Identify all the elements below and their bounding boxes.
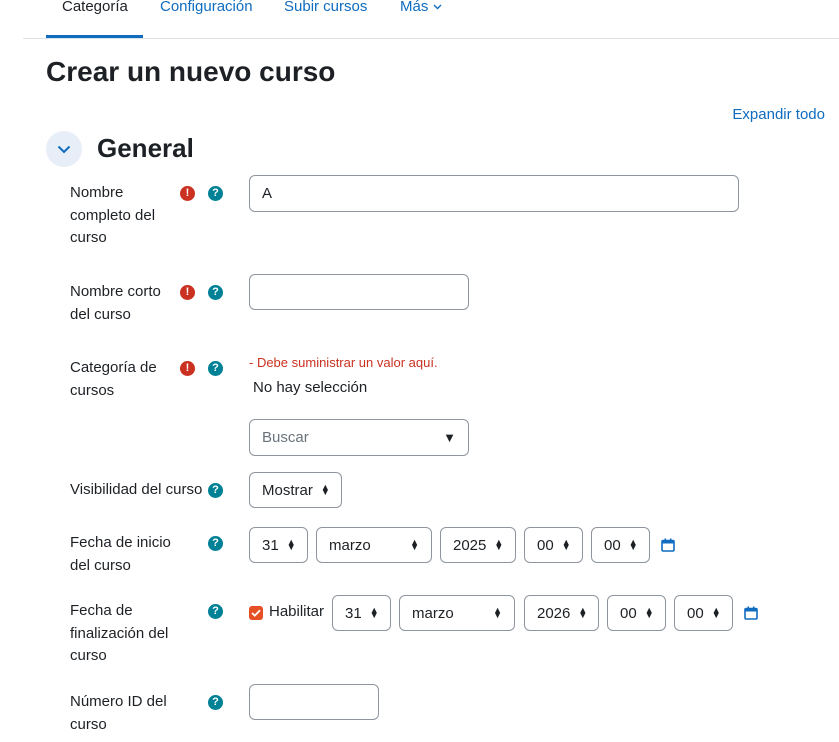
question-circle-icon[interactable]: ? — [208, 483, 223, 498]
question-circle-icon[interactable]: ? — [208, 536, 223, 551]
startdate-hour-select[interactable]: 00 ▲ ▼ — [524, 527, 583, 563]
question-circle-icon[interactable]: ? — [208, 361, 223, 376]
idnumber-label: Número ID del curso — [70, 693, 167, 733]
page-title: Crear un nuevo curso — [46, 56, 336, 87]
sort-caret-icon: ▲ ▼ — [561, 537, 571, 552]
startdate-hour: 00 — [537, 536, 554, 554]
tabs-divider — [23, 38, 839, 39]
question-circle-icon[interactable]: ? — [208, 604, 223, 619]
enddate-year-select[interactable]: 2026 ▲ ▼ — [524, 595, 599, 631]
section-collapse-button[interactable] — [46, 131, 82, 167]
shortname-label: Nombre corto del curso — [70, 283, 161, 323]
expand-all-link[interactable]: Expandir todo — [732, 106, 825, 123]
enddate-year: 2026 — [537, 604, 571, 622]
chevron-down-icon — [57, 145, 71, 153]
checkmark-icon — [251, 609, 261, 617]
question-circle-icon[interactable]: ? — [208, 186, 223, 201]
category-selection: No hay selección — [253, 379, 368, 396]
enddate-day: 31 — [345, 604, 362, 622]
startdate-month-select[interactable]: marzo ▲ ▼ — [316, 527, 432, 563]
startdate-day-select[interactable]: 31 ▲ ▼ — [249, 527, 308, 563]
section-title: General — [97, 133, 194, 163]
fullname-input[interactable]: A — [249, 175, 739, 212]
startdate-year-select[interactable]: 2025 ▲ ▼ — [440, 527, 516, 563]
tab-categoria[interactable]: Categoría — [62, 0, 128, 15]
calendar-icon[interactable] — [744, 606, 758, 620]
category-search[interactable]: Buscar ▼ — [249, 419, 469, 456]
enddate-hour: 00 — [620, 604, 637, 622]
category-label: Categoría de cursos — [70, 359, 157, 399]
enddate-minute-select[interactable]: 00 ▲ ▼ — [674, 595, 733, 631]
visibility-label: Visibilidad del curso — [70, 481, 203, 498]
visibility-select[interactable]: Mostrar ▲ ▼ — [249, 472, 342, 508]
category-search-placeholder: Buscar — [262, 429, 309, 446]
fullname-label: Nombre completo del curso — [70, 184, 156, 246]
dropdown-arrow-icon: ▼ — [443, 430, 456, 445]
tab-configuracion[interactable]: Configuración — [160, 0, 253, 15]
enddate-enable-label[interactable]: Habilitar — [269, 603, 324, 620]
sort-caret-icon: ▲ ▼ — [644, 605, 654, 620]
startdate-day: 31 — [262, 536, 279, 554]
tab-mas[interactable]: Más — [400, 0, 442, 15]
calendar-icon[interactable] — [661, 538, 675, 552]
sort-caret-icon: ▲ ▼ — [628, 537, 638, 552]
sort-caret-icon: ▲ ▼ — [286, 537, 296, 552]
question-circle-icon[interactable]: ? — [208, 285, 223, 300]
startdate-minute-select[interactable]: 00 ▲ ▼ — [591, 527, 650, 563]
exclamation-circle-icon: ! — [180, 285, 195, 300]
sort-caret-icon: ▲ ▼ — [711, 605, 721, 620]
chevron-down-icon — [433, 4, 442, 10]
sort-caret-icon: ▲ ▼ — [410, 537, 419, 552]
sort-caret-icon: ▲ ▼ — [493, 605, 502, 620]
sort-caret-icon: ▲ ▼ — [578, 605, 588, 620]
startdate-year: 2025 — [453, 536, 487, 554]
question-circle-icon[interactable]: ? — [208, 695, 223, 710]
category-error: - Debe suministrar un valor aquí. — [249, 355, 438, 370]
enddate-month-select[interactable]: marzo ▲ ▼ — [399, 595, 515, 631]
enddate-day-select[interactable]: 31 ▲ ▼ — [332, 595, 391, 631]
sort-caret-icon: ▲ ▼ — [494, 537, 504, 552]
startdate-minute: 00 — [604, 536, 621, 554]
enddate-label: Fecha de finalización del curso — [70, 602, 169, 664]
visibility-value: Mostrar — [262, 481, 313, 499]
shortname-input[interactable] — [249, 274, 469, 310]
idnumber-input[interactable] — [249, 684, 379, 720]
sort-caret-icon: ▲ ▼ — [369, 605, 379, 620]
startdate-month: marzo — [329, 536, 371, 554]
enddate-hour-select[interactable]: 00 ▲ ▼ — [607, 595, 666, 631]
enddate-enable-checkbox[interactable] — [249, 606, 263, 620]
sort-caret-icon: ▲ ▼ — [320, 482, 330, 497]
enddate-month: marzo — [412, 604, 454, 622]
exclamation-circle-icon: ! — [180, 361, 195, 376]
enddate-minute: 00 — [687, 604, 704, 622]
startdate-label: Fecha de inicio del curso — [70, 534, 171, 574]
exclamation-circle-icon: ! — [180, 186, 195, 201]
tab-subir-cursos[interactable]: Subir cursos — [284, 0, 367, 15]
tab-mas-label: Más — [400, 0, 429, 15]
